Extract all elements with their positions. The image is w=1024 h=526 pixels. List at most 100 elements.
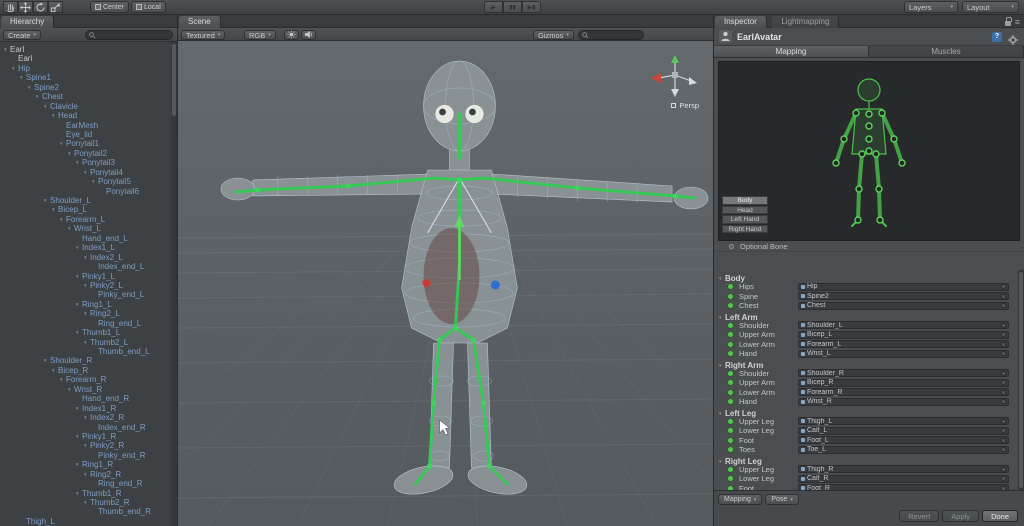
part-button-head[interactable]: Head xyxy=(722,206,768,214)
bone-object-field[interactable]: Bicep_L xyxy=(798,331,1009,339)
hierarchy-item[interactable]: ▼Ring2_L xyxy=(0,307,171,316)
foldout-arrow-icon[interactable]: ▼ xyxy=(67,385,74,394)
hierarchy-item[interactable]: ▼Ponytail1 xyxy=(0,137,171,146)
tab-muscles[interactable]: Muscles xyxy=(869,46,1024,57)
step-button[interactable]: ▶▮ xyxy=(522,1,541,13)
bone-object-field[interactable]: Wrist_L xyxy=(798,350,1009,358)
foldout-arrow-icon[interactable]: ▼ xyxy=(75,158,82,167)
scene-lighting-toggle[interactable] xyxy=(284,30,299,40)
hierarchy-item[interactable]: ▼Chest xyxy=(0,90,171,99)
layout-dropdown[interactable]: Layout ▾ xyxy=(962,1,1019,13)
perspective-mode-label[interactable]: Persp xyxy=(671,101,699,110)
foldout-arrow-icon[interactable]: ▼ xyxy=(83,168,90,177)
scene-3d-view[interactable] xyxy=(178,41,713,526)
scene-search-input[interactable] xyxy=(591,32,640,39)
hierarchy-item[interactable]: ▼Pinky1_L xyxy=(0,270,171,279)
rotate-tool-button[interactable] xyxy=(33,1,48,13)
foldout-arrow-icon[interactable]: ▼ xyxy=(19,73,26,82)
hierarchy-item[interactable]: ▼Forearm_R xyxy=(0,373,171,382)
hierarchy-item[interactable]: ▼Pinky2_R xyxy=(0,439,171,448)
bone-object-field[interactable]: Toe_L xyxy=(798,446,1009,454)
section-header[interactable]: ▼Left Leg xyxy=(714,407,1018,417)
hand-tool-button[interactable] xyxy=(3,1,18,13)
object-picker-button[interactable] xyxy=(1001,447,1006,452)
pause-button[interactable]: ▮▮ xyxy=(503,1,522,13)
hierarchy-item[interactable]: ▼Thumb1_L xyxy=(0,326,171,335)
bone-object-field[interactable]: Shoulder_R xyxy=(798,369,1009,377)
object-picker-button[interactable] xyxy=(1001,332,1006,337)
hierarchy-item[interactable]: ▼Index2_L xyxy=(0,251,171,260)
scene-audio-toggle[interactable] xyxy=(301,30,316,40)
foldout-arrow-icon[interactable]: ▼ xyxy=(75,272,82,281)
help-icon[interactable]: ? xyxy=(992,32,1002,42)
hierarchy-item[interactable]: ▼Pinky2_L xyxy=(0,279,171,288)
hierarchy-item[interactable]: ▼Bicep_L xyxy=(0,203,171,212)
hierarchy-item[interactable]: ▼Spine1 xyxy=(0,71,171,80)
foldout-arrow-icon[interactable]: ▼ xyxy=(83,470,90,479)
scene-viewport[interactable]: Persp xyxy=(178,41,713,526)
foldout-arrow-icon[interactable]: ▼ xyxy=(75,432,82,441)
foldout-arrow-icon[interactable]: ▼ xyxy=(51,366,58,375)
object-picker-button[interactable] xyxy=(1001,371,1006,376)
object-picker-button[interactable] xyxy=(1001,428,1006,433)
hierarchy-search-input[interactable] xyxy=(98,32,169,39)
part-button-left-hand[interactable]: Left Hand xyxy=(722,215,768,223)
bone-object-field[interactable]: Thigh_L xyxy=(798,417,1009,425)
hierarchy-scrollbar[interactable] xyxy=(171,42,177,526)
hierarchy-item[interactable]: Hand_end_L xyxy=(0,232,171,241)
foldout-arrow-icon[interactable]: ▼ xyxy=(75,460,82,469)
bone-object-field[interactable]: Wrist_R xyxy=(798,398,1009,406)
foldout-arrow-icon[interactable]: ▼ xyxy=(83,498,90,507)
pose-menu-dropdown[interactable]: Pose ▾ xyxy=(765,494,798,505)
foldout-arrow-icon[interactable]: ▼ xyxy=(59,375,66,384)
tab-mapping[interactable]: Mapping xyxy=(714,46,869,57)
foldout-arrow-icon[interactable]: ▼ xyxy=(67,224,74,233)
foldout-arrow-icon[interactable]: ▼ xyxy=(83,441,90,450)
hierarchy-item[interactable]: ▼Forearm_L xyxy=(0,213,171,222)
scrollbar-thumb[interactable] xyxy=(172,44,176,116)
hierarchy-item[interactable]: ▼Shoulder_L xyxy=(0,194,171,203)
foldout-arrow-icon[interactable]: ▼ xyxy=(83,281,90,290)
shading-mode-dropdown[interactable]: Textured ▾ xyxy=(181,30,225,40)
object-picker-button[interactable] xyxy=(1001,476,1006,481)
tab-lightmapping[interactable]: Lightmapping xyxy=(772,16,839,28)
foldout-arrow-icon[interactable]: ▼ xyxy=(83,253,90,262)
foldout-arrow-icon[interactable]: ▼ xyxy=(35,92,42,101)
hierarchy-item[interactable]: ▼Ponytail4 xyxy=(0,166,171,175)
hierarchy-item[interactable]: ▼Thumb1_R xyxy=(0,487,171,496)
hierarchy-item[interactable]: ▼Thumb2_R xyxy=(0,496,171,505)
hierarchy-item[interactable]: ▼Hip xyxy=(0,62,171,71)
gizmos-dropdown[interactable]: Gizmos ▾ xyxy=(533,30,574,40)
hierarchy-item[interactable]: ▼Ponytail2 xyxy=(0,147,171,156)
object-picker-button[interactable] xyxy=(1001,323,1006,328)
hierarchy-item[interactable]: ▼Head xyxy=(0,109,171,118)
bone-object-field[interactable]: Shoulder_L xyxy=(798,321,1009,329)
section-header[interactable]: ▼Right Arm xyxy=(714,359,1018,369)
object-picker-button[interactable] xyxy=(1001,438,1006,443)
hierarchy-item[interactable]: ▼Index1_R xyxy=(0,402,171,411)
tab-scene[interactable]: Scene xyxy=(179,16,221,28)
layers-dropdown[interactable]: Layers ▾ xyxy=(904,1,958,13)
foldout-arrow-icon[interactable]: ▼ xyxy=(83,309,90,318)
section-header[interactable]: ▼Right Leg xyxy=(714,455,1018,465)
hierarchy-item[interactable]: ▼Ring2_R xyxy=(0,468,171,477)
object-picker-button[interactable] xyxy=(1001,294,1006,299)
scene-search-field[interactable] xyxy=(578,30,644,40)
foldout-arrow-icon[interactable]: ▼ xyxy=(75,404,82,413)
avatar-diagram[interactable]: BodyHeadLeft HandRight Hand xyxy=(718,61,1020,241)
revert-button[interactable]: Revert xyxy=(899,510,939,522)
create-menu-button[interactable]: Create ▾ xyxy=(3,30,41,40)
bone-object-field[interactable]: Calf_R xyxy=(798,475,1009,483)
hierarchy-item[interactable]: Earl xyxy=(0,52,171,61)
foldout-arrow-icon[interactable]: ▼ xyxy=(59,215,66,224)
tab-hierarchy[interactable]: Hierarchy xyxy=(1,16,54,28)
move-tool-button[interactable] xyxy=(18,1,33,13)
bone-object-field[interactable]: Forearm_L xyxy=(798,340,1009,348)
hierarchy-item[interactable]: ▼Wrist_L xyxy=(0,222,171,231)
hierarchy-item[interactable]: ▼Thumb2_L xyxy=(0,336,171,345)
inspector-scrollbar[interactable] xyxy=(1018,270,1024,490)
foldout-arrow-icon[interactable]: ▼ xyxy=(75,243,82,252)
object-picker-button[interactable] xyxy=(1001,284,1006,289)
object-picker-button[interactable] xyxy=(1001,303,1006,308)
gear-icon[interactable] xyxy=(1008,32,1018,42)
